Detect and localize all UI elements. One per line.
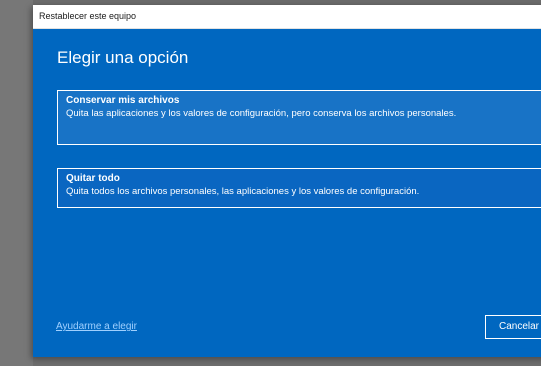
remove-everything-option[interactable]: Quitar todo Quita todos los archivos per…: [57, 168, 541, 208]
window-titlebar[interactable]: Restablecer este equipo: [33, 5, 541, 29]
keep-files-option[interactable]: Conservar mis archivos Quita las aplicac…: [57, 90, 541, 145]
window-title: Restablecer este equipo: [39, 11, 137, 21]
desktop-background: [0, 0, 33, 366]
help-me-choose-link[interactable]: Ayudarme a elegir: [56, 321, 137, 332]
keep-files-option-title: Conservar mis archivos: [66, 95, 180, 106]
page-title: Elegir una opción: [57, 48, 189, 67]
remove-everything-option-title: Quitar todo: [66, 173, 120, 184]
desktop-background-bottom: [33, 357, 541, 366]
cancel-button[interactable]: Cancelar: [485, 315, 541, 339]
reset-pc-window: Restablecer este equipo Elegir una opció…: [33, 5, 541, 357]
remove-everything-option-description: Quita todos los archivos personales, las…: [66, 186, 420, 197]
keep-files-option-description: Quita las aplicaciones y los valores de …: [66, 108, 457, 119]
